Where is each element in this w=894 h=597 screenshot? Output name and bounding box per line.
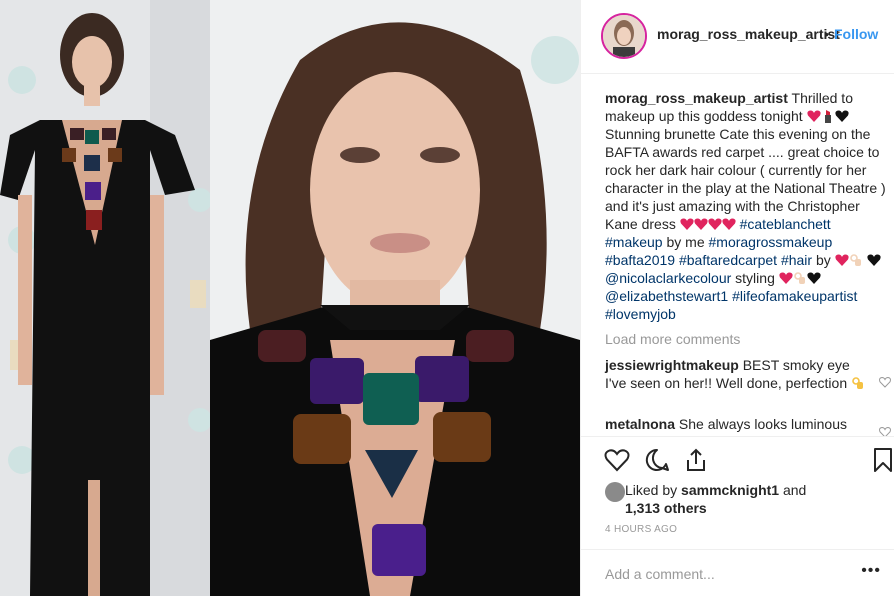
add-comment-input[interactable]: Add a comment... <box>605 566 715 582</box>
share-icon[interactable] <box>682 446 710 474</box>
mention-link[interactable]: @nicolaclarkecolour <box>605 270 731 286</box>
heart-icon[interactable] <box>603 446 631 474</box>
caption-text-5: styling <box>735 270 775 286</box>
hashtag-link[interactable]: #lovemyjob <box>605 306 676 322</box>
add-comment-bar: Add a comment... ••• <box>581 549 894 597</box>
caption: morag_ross_makeup_artist Thrilled to mak… <box>605 89 891 323</box>
black-heart-emoji <box>834 108 849 124</box>
username-link[interactable]: morag_ross_makeup_artist <box>657 26 840 42</box>
liker-username[interactable]: sammcknight1 <box>681 482 779 498</box>
hashtag-link[interactable]: #baftaredcarpet <box>679 252 777 268</box>
likes-summary: Liked by sammcknight1 and 1,313 others <box>625 481 875 517</box>
comment-item: metalnona She always looks luminous <box>605 415 871 433</box>
post-actions: Liked by sammcknight1 and 1,313 others 4… <box>581 436 894 596</box>
lipstick-emoji <box>821 108 835 124</box>
likes-and: and <box>782 482 807 498</box>
hashtag-link[interactable]: #makeup <box>605 234 663 250</box>
post-panel: morag_ross_makeup_artist • Follow morag_… <box>580 0 894 596</box>
heart-emoji <box>806 108 821 124</box>
like-comment-heart-icon[interactable] <box>879 426 891 436</box>
post-timestamp[interactable]: 4 HOURS AGO <box>605 524 677 535</box>
comment-icon[interactable] <box>643 446 671 474</box>
mention-link[interactable]: @elizabethstewart1 <box>605 288 728 304</box>
hashtag-link[interactable]: #hair <box>781 252 812 268</box>
liker-avatar[interactable] <box>605 482 625 502</box>
comment-item: jessiewrightmakeup BEST smoky eye I've s… <box>605 356 871 392</box>
caption-text-3: by me <box>666 234 705 250</box>
caption-username[interactable]: morag_ross_makeup_artist <box>605 90 788 106</box>
load-more-comments[interactable]: Load more comments <box>605 331 740 347</box>
comment-username[interactable]: metalnona <box>605 416 675 432</box>
likes-others[interactable]: 1,313 others <box>625 500 707 516</box>
likes-prefix: Liked by <box>625 482 678 498</box>
styling-emoji <box>779 270 821 286</box>
caption-text-4: by <box>815 252 831 268</box>
separator-dot: • <box>824 26 829 42</box>
hearts-emoji <box>680 216 736 232</box>
post-photo[interactable] <box>0 0 580 596</box>
comment-text: She always looks luminous <box>678 416 847 432</box>
post-header: morag_ross_makeup_artist • Follow <box>581 0 894 74</box>
options-icon[interactable]: ••• <box>861 562 881 580</box>
comments-list[interactable]: morag_ross_makeup_artist Thrilled to mak… <box>581 74 894 436</box>
avatar-image <box>603 15 645 57</box>
black-heart-emoji <box>866 252 881 268</box>
hashtag-link[interactable]: #lifeofamakeupartist <box>732 288 857 304</box>
follow-button[interactable]: Follow <box>834 26 878 42</box>
heart-ok-emoji <box>835 252 863 268</box>
ok-hand-emoji <box>851 375 865 391</box>
hashtag-link[interactable]: #cateblanchett <box>740 216 831 232</box>
comment-username[interactable]: jessiewrightmakeup <box>605 357 739 373</box>
avatar[interactable] <box>601 13 647 59</box>
photo-image <box>0 0 580 596</box>
hashtag-link[interactable]: #bafta2019 <box>605 252 675 268</box>
bookmark-icon[interactable] <box>869 446 894 474</box>
like-comment-heart-icon[interactable] <box>879 376 891 388</box>
hashtag-link[interactable]: #moragrossmakeup <box>709 234 833 250</box>
